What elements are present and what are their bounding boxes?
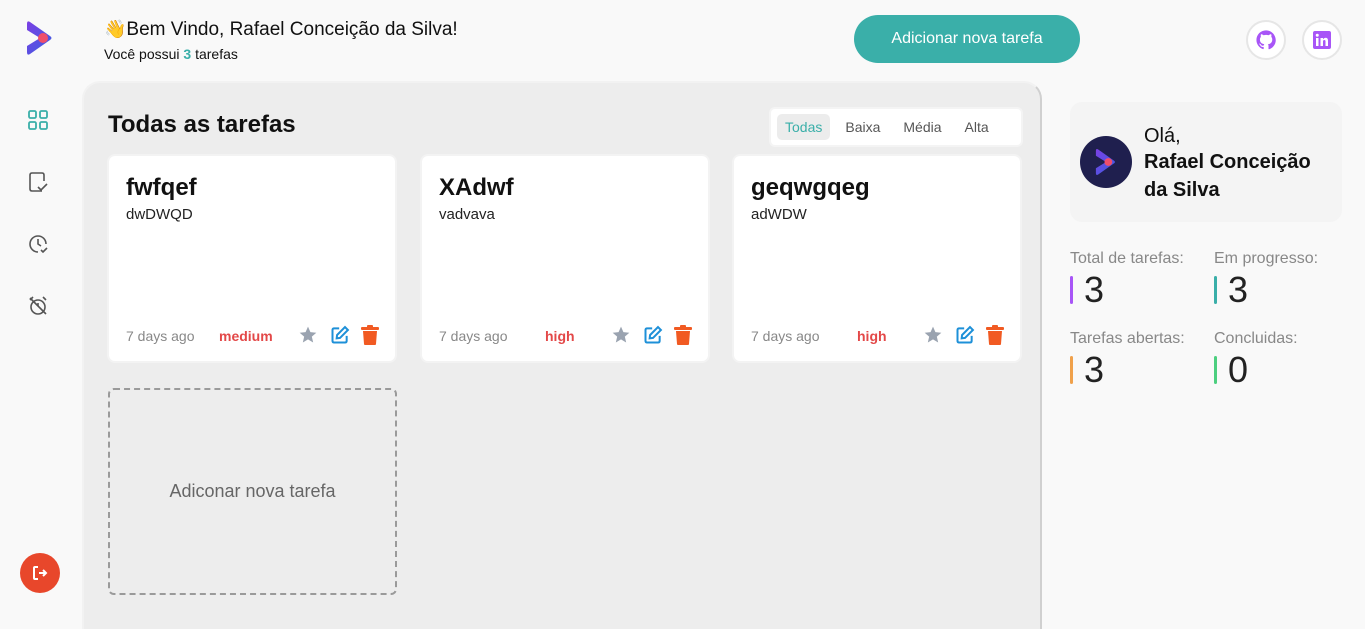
profile-card: Olá, Rafael Conceição da Silva bbox=[1070, 102, 1342, 222]
github-button[interactable] bbox=[1246, 20, 1286, 60]
edit-icon[interactable] bbox=[642, 324, 664, 346]
linkedin-button[interactable] bbox=[1302, 20, 1342, 60]
task-summary: Você possui 3 tarefas bbox=[104, 46, 238, 62]
task-priority: high bbox=[545, 328, 575, 344]
logout-icon bbox=[33, 566, 48, 580]
stat-open-value: 3 bbox=[1070, 352, 1104, 388]
stat-number: 0 bbox=[1228, 349, 1249, 390]
app-logo-icon bbox=[1095, 149, 1115, 175]
profile-name: Rafael Conceição da Silva bbox=[1144, 151, 1311, 201]
dashboard-grid-icon[interactable] bbox=[26, 108, 50, 132]
stat-progress-value: 3 bbox=[1214, 272, 1248, 308]
task-count: 3 bbox=[183, 46, 192, 62]
task-priority: high bbox=[857, 328, 887, 344]
sidebar bbox=[0, 0, 80, 629]
task-check-icon[interactable] bbox=[26, 170, 50, 194]
task-title: fwfqef bbox=[126, 174, 197, 201]
star-icon[interactable] bbox=[297, 324, 319, 346]
greeting-text: Bem Vindo, Rafael Conceição da Silva! bbox=[126, 19, 458, 40]
filter-media[interactable]: Média bbox=[895, 114, 949, 140]
add-task-button[interactable]: Adicionar nova tarefa bbox=[854, 15, 1080, 63]
github-icon bbox=[1256, 30, 1276, 50]
star-icon[interactable] bbox=[610, 324, 632, 346]
task-card: fwfqef dwDWQD 7 days ago medium bbox=[107, 154, 397, 363]
logout-button[interactable] bbox=[20, 553, 60, 593]
alarm-off-icon[interactable] bbox=[26, 294, 50, 318]
add-task-card[interactable]: Adiconar nova tarefa bbox=[108, 388, 397, 595]
stat-bar bbox=[1214, 276, 1217, 304]
task-priority: medium bbox=[219, 328, 273, 344]
task-description: adWDW bbox=[751, 206, 807, 223]
stat-progress-label: Em progresso: bbox=[1214, 250, 1319, 267]
filter-todas[interactable]: Todas bbox=[777, 114, 831, 140]
stat-total-value: 3 bbox=[1070, 272, 1104, 308]
task-date: 7 days ago bbox=[751, 328, 820, 344]
task-title: XAdwf bbox=[439, 174, 514, 201]
priority-filter-group: Todas Baixa Média Alta bbox=[769, 107, 1023, 147]
stat-done-value: 0 bbox=[1214, 352, 1248, 388]
stat-bar bbox=[1214, 356, 1217, 384]
stat-total-label: Total de tarefas: bbox=[1070, 250, 1184, 267]
edit-icon[interactable] bbox=[329, 324, 351, 346]
task-date: 7 days ago bbox=[126, 328, 195, 344]
edit-icon[interactable] bbox=[954, 324, 976, 346]
task-card: XAdwf vadvava 7 days ago high bbox=[420, 154, 710, 363]
stat-done-label: Concluidas: bbox=[1214, 330, 1298, 347]
filter-baixa[interactable]: Baixa bbox=[837, 114, 888, 140]
linkedin-icon bbox=[1313, 31, 1331, 49]
tasks-panel: Todas as tarefas Todas Baixa Média Alta … bbox=[82, 81, 1042, 629]
delete-icon[interactable] bbox=[672, 324, 694, 346]
stat-number: 3 bbox=[1084, 269, 1105, 310]
stat-number: 3 bbox=[1084, 349, 1105, 390]
task-description: vadvava bbox=[439, 206, 495, 223]
stat-number: 3 bbox=[1228, 269, 1249, 310]
stat-open-label: Tarefas abertas: bbox=[1070, 330, 1185, 347]
task-description: dwDWQD bbox=[126, 206, 193, 223]
delete-icon[interactable] bbox=[359, 324, 381, 346]
star-icon[interactable] bbox=[922, 324, 944, 346]
profile-hello: Olá, bbox=[1144, 125, 1181, 147]
app-logo[interactable] bbox=[26, 20, 54, 56]
welcome-greeting: 👋Bem Vindo, Rafael Conceição da Silva! bbox=[104, 19, 458, 41]
task-card: geqwgqeg adWDW 7 days ago high bbox=[732, 154, 1022, 363]
task-date: 7 days ago bbox=[439, 328, 508, 344]
summary-prefix: Você possui bbox=[104, 46, 180, 62]
filter-alta[interactable]: Alta bbox=[957, 114, 997, 140]
stat-bar bbox=[1070, 356, 1073, 384]
page-title: Todas as tarefas bbox=[108, 111, 296, 138]
avatar bbox=[1080, 136, 1132, 188]
clock-check-icon[interactable] bbox=[26, 232, 50, 256]
delete-icon[interactable] bbox=[984, 324, 1006, 346]
stat-bar bbox=[1070, 276, 1073, 304]
wave-emoji: 👋 bbox=[104, 19, 127, 39]
task-title: geqwgqeg bbox=[751, 174, 870, 201]
summary-suffix: tarefas bbox=[195, 46, 238, 62]
